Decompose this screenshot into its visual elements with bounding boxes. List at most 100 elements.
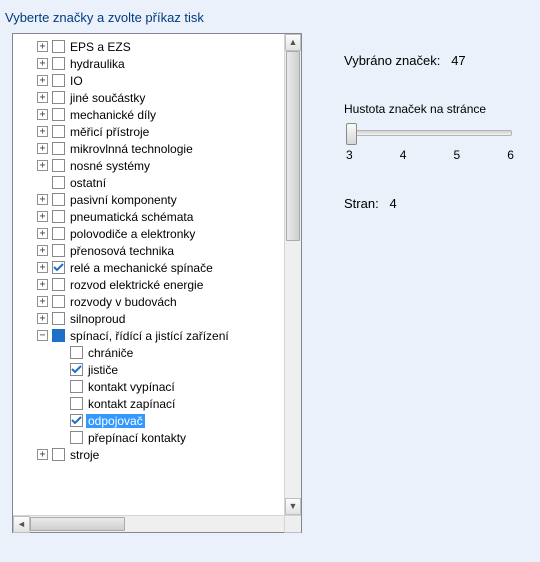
tree-checkbox[interactable] [70,363,83,376]
scroll-down-button[interactable]: ▼ [285,498,301,515]
expand-icon[interactable]: + [37,211,48,222]
vertical-scrollbar[interactable]: ▲ ▼ [284,34,301,515]
tree-item[interactable]: + přenosová technika [13,242,301,259]
tree-checkbox[interactable] [52,210,65,223]
tree-item[interactable]: kontakt vypínací [13,378,301,395]
expand-icon[interactable]: + [37,41,48,52]
tree-item-label[interactable]: relé a mechanické spínače [68,261,215,275]
tree-item-label[interactable]: přepínací kontakty [86,431,188,445]
horizontal-scroll-track[interactable] [30,516,284,532]
tree-checkbox[interactable] [52,312,65,325]
tree-item[interactable]: +silnoproud [13,310,301,327]
tree-item-label[interactable]: pneumatická schémata [68,210,195,224]
tree-item[interactable]: chrániče [13,344,301,361]
density-slider-thumb[interactable] [346,123,357,145]
tree-item-label[interactable]: pasivní komponenty [68,193,179,207]
tree-item-label[interactable]: polovodiče a elektronky [68,227,197,241]
tree-item[interactable]: + měřicí přístroje [13,123,301,140]
tree-checkbox[interactable] [52,57,65,70]
tree-item[interactable]: − spínací, řídící a jistící zařízení [13,327,301,344]
tree-item[interactable]: + pasivní komponenty [13,191,301,208]
tree-item-label[interactable]: spínací, řídící a jistící zařízení [68,329,231,343]
horizontal-scrollbar[interactable]: ◄ ► [13,515,301,532]
tree-item-label[interactable]: ostatní [68,176,108,190]
expand-icon[interactable]: + [37,160,48,171]
tree-checkbox[interactable] [52,295,65,308]
expand-icon[interactable]: + [37,194,48,205]
tree-checkbox[interactable] [52,244,65,257]
tree-item-label[interactable]: mechanické díly [68,108,158,122]
scroll-left-button[interactable]: ◄ [13,516,30,533]
horizontal-scroll-thumb[interactable] [30,517,125,531]
collapse-icon[interactable]: − [37,330,48,341]
tree-checkbox[interactable] [52,227,65,240]
tree-item[interactable]: +mechanické díly [13,106,301,123]
tree-checkbox[interactable] [52,448,65,461]
tree-checkbox[interactable] [52,125,65,138]
expand-icon[interactable]: + [37,58,48,69]
tree-item-label[interactable]: kontakt zapínací [86,397,177,411]
tree-item-label[interactable]: měřicí přístroje [68,125,151,139]
tree-checkbox[interactable] [52,74,65,87]
density-slider[interactable] [348,130,512,136]
tree-item[interactable]: + stroje [13,446,301,463]
tree-item[interactable]: + nosné systémy [13,157,301,174]
tree-item[interactable]: + relé a mechanické spínače [13,259,301,276]
tree-checkbox[interactable] [52,176,65,189]
tree-checkbox[interactable] [70,397,83,410]
tree-item[interactable]: + rozvod elektrické energie [13,276,301,293]
tree-item[interactable]: + EPS a EZS [13,38,301,55]
tree-item[interactable]: + hydraulika [13,55,301,72]
tree-checkbox[interactable] [52,329,65,342]
tree-item-label[interactable]: jističe [86,363,120,377]
tree-checkbox[interactable] [52,261,65,274]
tree-item[interactable]: +jiné součástky [13,89,301,106]
tree-item[interactable]: kontakt zapínací [13,395,301,412]
tree-item[interactable]: přepínací kontakty [13,429,301,446]
expand-icon[interactable]: + [37,228,48,239]
vertical-scroll-thumb[interactable] [286,51,300,241]
expand-icon[interactable]: + [37,296,48,307]
expand-icon[interactable]: + [37,75,48,86]
expand-icon[interactable]: + [37,143,48,154]
tree-checkbox[interactable] [70,380,83,393]
tree-item-label[interactable]: odpojovač [86,414,145,428]
tree-item-label[interactable]: rozvody v budovách [68,295,179,309]
expand-icon[interactable]: + [37,262,48,273]
tree-item[interactable]: + pneumatická schémata [13,208,301,225]
tree-checkbox[interactable] [70,346,83,359]
tree-checkbox[interactable] [52,278,65,291]
tree-checkbox[interactable] [52,91,65,104]
tree-item-label[interactable]: hydraulika [68,57,127,71]
tree-item[interactable]: + mikrovlnná technologie [13,140,301,157]
expand-icon[interactable]: + [37,245,48,256]
tree-checkbox[interactable] [52,193,65,206]
tree-item-label[interactable]: nosné systémy [68,159,152,173]
tree-checkbox[interactable] [52,159,65,172]
expand-icon[interactable]: + [37,126,48,137]
tree-item-label[interactable]: jiné součástky [68,91,147,105]
expand-icon[interactable]: + [37,279,48,290]
tree-item-label[interactable]: IO [68,74,85,88]
tree-checkbox[interactable] [52,108,65,121]
tree-checkbox[interactable] [70,414,83,427]
tree-item-label[interactable]: chrániče [86,346,135,360]
tree-checkbox[interactable] [70,431,83,444]
tree-item-label[interactable]: mikrovlnná technologie [68,142,195,156]
tree-item[interactable]: + rozvody v budovách [13,293,301,310]
tree-item[interactable]: + IO [13,72,301,89]
tree-item-label[interactable]: EPS a EZS [68,40,133,54]
tree-item[interactable]: jističe [13,361,301,378]
scroll-up-button[interactable]: ▲ [285,34,301,51]
expand-icon[interactable]: + [37,449,48,460]
tree-item[interactable]: ostatní [13,174,301,191]
tree-item[interactable]: + polovodiče a elektronky [13,225,301,242]
tree-item-label[interactable]: stroje [68,448,101,462]
tree-checkbox[interactable] [52,142,65,155]
tree-item-label[interactable]: přenosová technika [68,244,176,258]
tree-checkbox[interactable] [52,40,65,53]
tree-item-label[interactable]: rozvod elektrické energie [68,278,205,292]
tree-item-label[interactable]: silnoproud [68,312,127,326]
tree-item-label[interactable]: kontakt vypínací [86,380,177,394]
vertical-scroll-track[interactable] [285,51,301,498]
